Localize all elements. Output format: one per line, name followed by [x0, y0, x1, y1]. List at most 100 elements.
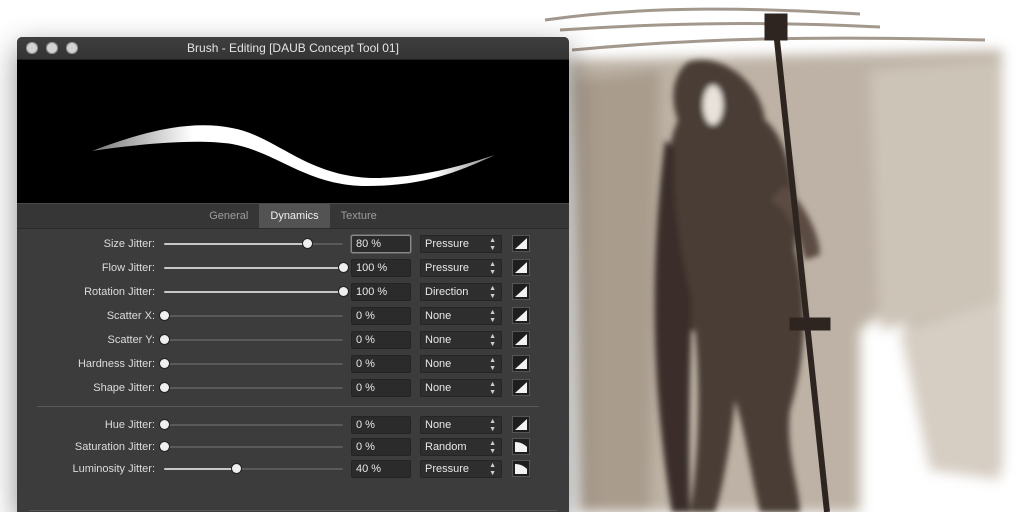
flow-jitter-value-field[interactable]: [351, 259, 411, 277]
flow-jitter-slider[interactable]: [164, 257, 348, 279]
slider-knob[interactable]: [160, 359, 169, 368]
scatter-x-curve-button[interactable]: [512, 307, 530, 324]
preview-stroke: [92, 125, 495, 186]
hardness-jitter-curve-button[interactable]: [512, 355, 530, 372]
saturation-jitter-value-field[interactable]: [351, 438, 411, 456]
rounded-curve-icon: [515, 464, 527, 474]
updown-chevron-icon: ▲ ▼: [489, 462, 496, 477]
slider-track[interactable]: [164, 315, 343, 317]
slider-fill: [164, 468, 236, 470]
section-divider: [37, 406, 539, 407]
rotation-jitter-curve-button[interactable]: [512, 283, 530, 300]
tab-general[interactable]: General: [198, 204, 259, 228]
size-jitter-curve-button[interactable]: [512, 235, 530, 252]
rotation-jitter-slider[interactable]: [164, 281, 348, 303]
scatter-x-row: Scatter X: None ▲▼: [17, 305, 569, 327]
size-jitter-slider[interactable]: [164, 233, 343, 255]
flow-jitter-controller-select[interactable]: Pressure ▲ ▼: [420, 259, 502, 277]
hardness-jitter-value-field[interactable]: [351, 355, 411, 373]
slider-knob[interactable]: [339, 287, 348, 296]
slider-knob[interactable]: [339, 263, 348, 272]
controller-selected-value: None: [425, 419, 452, 431]
size-jitter-row: Size Jitter: Pressure ▲▼: [17, 233, 569, 255]
hue-jitter-value-field[interactable]: [351, 416, 411, 434]
tab-dynamics[interactable]: Dynamics: [259, 204, 330, 228]
slider-knob[interactable]: [303, 239, 313, 248]
scatter-y-curve-button[interactable]: [512, 331, 530, 348]
linear-curve-icon: [515, 238, 527, 249]
rotation-jitter-label: Rotation Jitter:: [84, 286, 155, 298]
hue-jitter-label: Hue Jitter:: [104, 419, 155, 431]
size-jitter-value-field[interactable]: [351, 235, 411, 253]
saturation-jitter-label: Saturation Jitter:: [74, 441, 155, 453]
controller-selected-value: Random: [425, 441, 467, 453]
luminosity-jitter-label: Luminosity Jitter:: [72, 463, 155, 475]
tab-texture[interactable]: Texture: [330, 204, 388, 228]
shape-jitter-slider[interactable]: [160, 377, 343, 399]
footer-divider: [29, 510, 557, 511]
hardness-jitter-controller-select[interactable]: None ▲ ▼: [420, 355, 502, 373]
updown-chevron-icon: ▲ ▼: [489, 285, 496, 300]
shape-jitter-controller-select[interactable]: None ▲ ▼: [420, 379, 502, 397]
updown-chevron-icon: ▲ ▼: [489, 440, 496, 455]
slider-knob[interactable]: [160, 420, 169, 429]
controller-selected-value: None: [425, 310, 452, 322]
shape-jitter-value-field[interactable]: [351, 379, 411, 397]
shape-jitter-curve-button[interactable]: [512, 379, 530, 396]
size-jitter-controller-select[interactable]: Pressure ▲ ▼: [420, 235, 502, 253]
slider-fill: [164, 243, 308, 245]
slider-knob[interactable]: [160, 383, 169, 392]
luminosity-jitter-slider[interactable]: [164, 458, 343, 480]
controller-selected-value: Pressure: [425, 463, 470, 475]
linear-curve-icon: [515, 358, 527, 369]
scatter-y-controller-select[interactable]: None ▲ ▼: [420, 331, 502, 349]
flow-jitter-label: Flow Jitter:: [101, 262, 155, 274]
controller-selected-value: None: [425, 334, 452, 346]
slider-track[interactable]: [164, 339, 343, 341]
window-title: Brush - Editing [DAUB Concept Tool 01]: [187, 41, 399, 55]
controller-selected-value: Pressure: [425, 262, 470, 274]
luminosity-jitter-row: Luminosity Jitter: Pressure ▲▼: [17, 458, 569, 480]
slider-knob[interactable]: [160, 442, 169, 451]
updown-chevron-icon: ▲ ▼: [489, 357, 496, 372]
hue-jitter-controller-select[interactable]: None ▲ ▼: [420, 416, 502, 434]
hue-jitter-slider[interactable]: [160, 414, 343, 436]
shape-jitter-label: Shape Jitter:: [93, 382, 155, 394]
luminosity-jitter-curve-button[interactable]: [512, 460, 530, 477]
saturation-jitter-slider[interactable]: [160, 436, 343, 458]
scatter-y-slider[interactable]: [160, 329, 343, 351]
updown-chevron-icon: ▲ ▼: [489, 381, 496, 396]
scatter-x-value-field[interactable]: [351, 307, 411, 325]
slider-knob[interactable]: [231, 464, 241, 473]
rotation-jitter-row: Rotation Jitter: Direction ▲▼: [17, 281, 569, 303]
scatter-x-controller-select[interactable]: None ▲ ▼: [420, 307, 502, 325]
rotation-jitter-controller-select[interactable]: Direction ▲ ▼: [420, 283, 502, 301]
controller-selected-value: None: [425, 382, 452, 394]
updown-chevron-icon: ▲ ▼: [489, 309, 496, 324]
saturation-jitter-curve-button[interactable]: [512, 438, 530, 455]
slider-knob[interactable]: [160, 335, 169, 344]
saturation-jitter-controller-select[interactable]: Random ▲ ▼: [420, 438, 502, 456]
hue-jitter-curve-button[interactable]: [512, 416, 530, 433]
slider-fill: [164, 291, 343, 293]
flow-jitter-curve-button[interactable]: [512, 259, 530, 276]
luminosity-jitter-controller-select[interactable]: Pressure ▲ ▼: [420, 460, 502, 478]
luminosity-jitter-value-field[interactable]: [351, 460, 411, 478]
scatter-y-value-field[interactable]: [351, 331, 411, 349]
hue-jitter-row: Hue Jitter: None ▲▼: [17, 414, 569, 436]
hardness-jitter-slider[interactable]: [160, 353, 343, 375]
slider-fill: [164, 267, 343, 269]
controller-selected-value: None: [425, 358, 452, 370]
slider-knob[interactable]: [160, 311, 169, 320]
scatter-x-slider[interactable]: [160, 305, 343, 327]
slider-track[interactable]: [164, 363, 343, 365]
rotation-jitter-value-field[interactable]: [351, 283, 411, 301]
slider-track[interactable]: [164, 387, 343, 389]
slider-track[interactable]: [164, 446, 343, 448]
size-jitter-label: Size Jitter:: [103, 238, 155, 250]
slider-track[interactable]: [164, 424, 343, 426]
rounded-curve-icon: [515, 442, 527, 452]
title-bar[interactable]: Brush - Editing [DAUB Concept Tool 01]: [17, 37, 569, 60]
hardness-jitter-label: Hardness Jitter:: [77, 358, 155, 370]
shape-jitter-row: Shape Jitter: None ▲▼: [17, 377, 569, 399]
